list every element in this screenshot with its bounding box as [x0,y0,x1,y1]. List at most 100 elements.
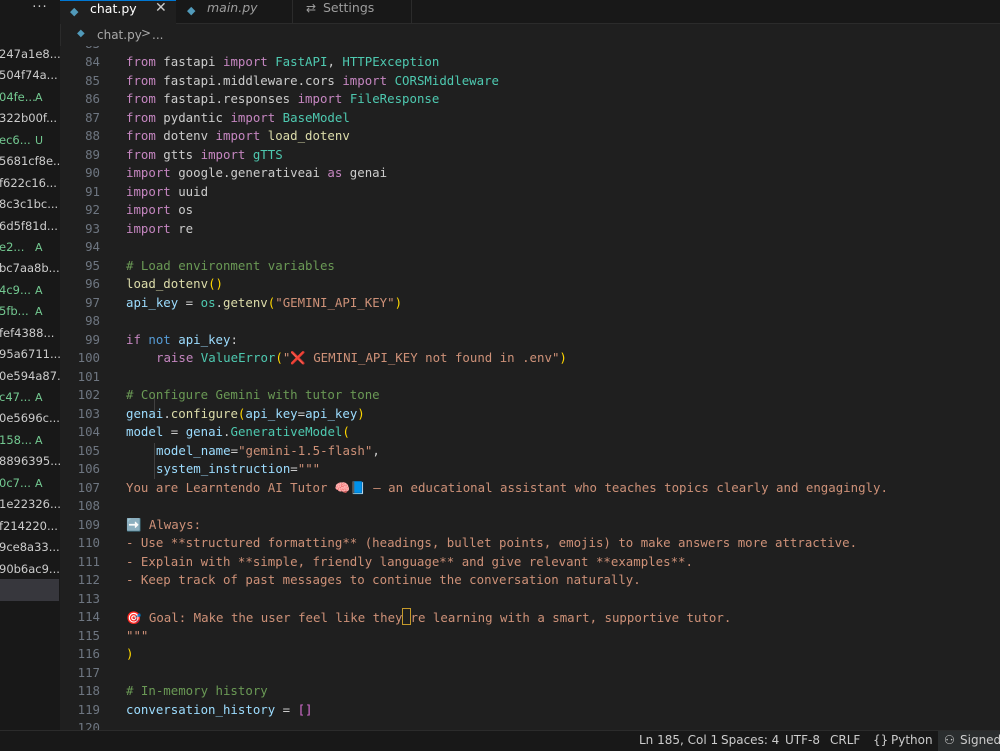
code-line-114: 🎯 Goal: Make the user feel like they re l… [126,608,732,625]
history-item[interactable]: f214220... [0,516,60,537]
tab-chat-py[interactable]: ◆ chat.py ✕ [60,0,176,24]
code-line-102: # Configure Gemini with tutor tone [126,387,380,402]
code-line-109: ➡️ Always: [126,516,202,532]
history-item[interactable]: 0c7... A [0,473,60,494]
history-item[interactable]: 1e22326... [0,494,60,515]
code-editor[interactable]: 8384 85 86 87 88 89 90 91 92 93 94 95 96 97 98 99 100 101… [60,46,1000,730]
history-item-status: A [35,90,43,104]
history-item[interactable]: ec6... U [0,130,60,151]
code-line-111: - Explain with **simple, friendly langua… [126,553,693,569]
code-line-88: from dotenv import load_dotenv [126,128,350,143]
tab-settings[interactable]: ⇄ Settings [293,0,412,23]
history-item-id: 5681cf8e... [0,154,61,169]
code-line-118: # In-memory history [126,683,268,698]
history-item-id: 9ce8a33... [0,540,60,555]
code-line-92: import os [126,202,194,217]
code-line-116: ) [126,646,134,661]
line-number: 88 [85,128,100,143]
breadcrumb-symbol[interactable]: ... [152,28,163,42]
indentation-setting[interactable]: Spaces: 4 [721,733,779,747]
eol-setting[interactable]: CRLF [830,733,860,747]
line-number: 117 [77,664,100,680]
person-icon: ⚇ [944,733,955,747]
code-line-85: from fastapi.middleware.cors import CORS… [126,72,500,88]
line-number: 85 [85,72,100,88]
history-item[interactable]: 90b6ac9... [0,559,60,580]
history-item-status: A [35,240,43,254]
history-item-id: 95a6711... [0,347,61,362]
signed-label: Signed [960,733,1000,747]
history-item[interactable]: f622c16... [0,173,60,194]
breadcrumb-separator: > [141,26,152,40]
code-line-115: """ [126,627,149,643]
commit-history-list: 247a1e8... 504f74a... 04fe... A 322b00f... ec… [0,44,60,580]
line-number: 108 [77,498,100,513]
editor-tab-bar: ◆ chat.py ✕ ◆ main.py ⇄ Settings [60,0,1000,24]
history-item[interactable]: 247a1e8... [0,44,60,65]
history-item-status: A [35,433,43,447]
history-item[interactable]: 5fb... A [0,301,60,322]
history-item-id: 504f74a... [0,68,58,83]
line-number: 118 [77,683,100,698]
history-item-id: 5fb... [0,304,29,319]
history-item[interactable]: 04fe... A [0,87,60,108]
history-item[interactable]: 8c3c1bc... [0,194,60,215]
history-item-status: U [35,133,44,147]
history-item[interactable]: fef4388... [0,323,60,344]
history-item[interactable]: 0e5696c... [0,408,60,429]
history-item-id: bc7aa8b... [0,261,60,276]
history-item-id: f622c16... [0,175,57,190]
tab-label: main.py [207,0,258,15]
history-item-id: 4c9... [0,282,31,297]
line-number: 111 [77,553,100,569]
line-number: 96 [85,276,100,291]
history-item[interactable]: c47... A [0,387,60,408]
history-item[interactable]: 8896395... [0,451,60,472]
code-line-89: from gtts import gTTS [126,146,283,162]
braces-icon: {} [873,733,889,747]
indent-guide [154,443,155,479]
code-line-95: # Load environment variables [126,257,335,273]
history-item[interactable]: 322b00f... [0,108,60,129]
code-line-97: api_key = os.getenv("GEMINI_API_KEY") [126,294,403,310]
history-item[interactable]: 6d5f81d... [0,216,60,237]
line-number: 86 [85,91,100,106]
history-item[interactable]: 504f74a... [0,65,60,86]
line-number: 91 [85,183,100,199]
line-number: 83 [60,46,100,53]
history-item[interactable]: bc7aa8b... [0,258,60,279]
line-number: 87 [85,109,100,125]
history-item[interactable]: 95a6711... [0,344,60,365]
history-item[interactable]: 4c9... A [0,280,60,301]
history-item-id: 6d5f81d... [0,218,58,233]
line-number: 107 [77,479,100,495]
history-item-id: 1e22326... [0,497,61,512]
tab-label: Settings [323,0,375,15]
breadcrumb-file[interactable]: chat.py [97,28,142,42]
more-actions-button[interactable]: ··· [30,0,50,16]
line-number: 93 [85,220,100,236]
selected-history-row[interactable] [0,579,59,601]
history-item-id: 0e594a87... [0,368,61,383]
code-line-99: if not api_key: [126,331,238,347]
encoding-setting[interactable]: UTF-8 [785,733,820,747]
history-item[interactable]: e2... A [0,237,60,258]
signed-status-item[interactable]: ⚇ Signed [938,731,1000,751]
line-number: 104 [77,424,100,439]
code-line-86: from fastapi.responses import FileRespon… [126,91,440,106]
line-number: 105 [77,442,100,458]
history-item-id: 0e5696c... [0,411,60,426]
cursor-position[interactable]: Ln 185, Col 1 [639,733,718,747]
line-number: 84 [85,54,100,69]
line-number: 100 [77,350,100,365]
close-tab-icon[interactable]: ✕ [155,0,167,16]
code-line-107: You are Learntendo AI Tutor 🧠📘 — an educ… [126,479,888,495]
history-item[interactable]: 158... A [0,430,60,451]
tab-main-py[interactable]: ◆ main.py [177,0,293,23]
history-item[interactable]: 5681cf8e... [0,151,60,172]
line-number: 90 [85,165,100,180]
language-mode[interactable]: Python [891,733,933,747]
history-item[interactable]: 0e594a87... [0,366,60,387]
source-control-history-panel: ··· 247a1e8... 504f74a... 04fe... A 322b00f.… [0,0,61,730]
history-item[interactable]: 9ce8a33... [0,537,60,558]
